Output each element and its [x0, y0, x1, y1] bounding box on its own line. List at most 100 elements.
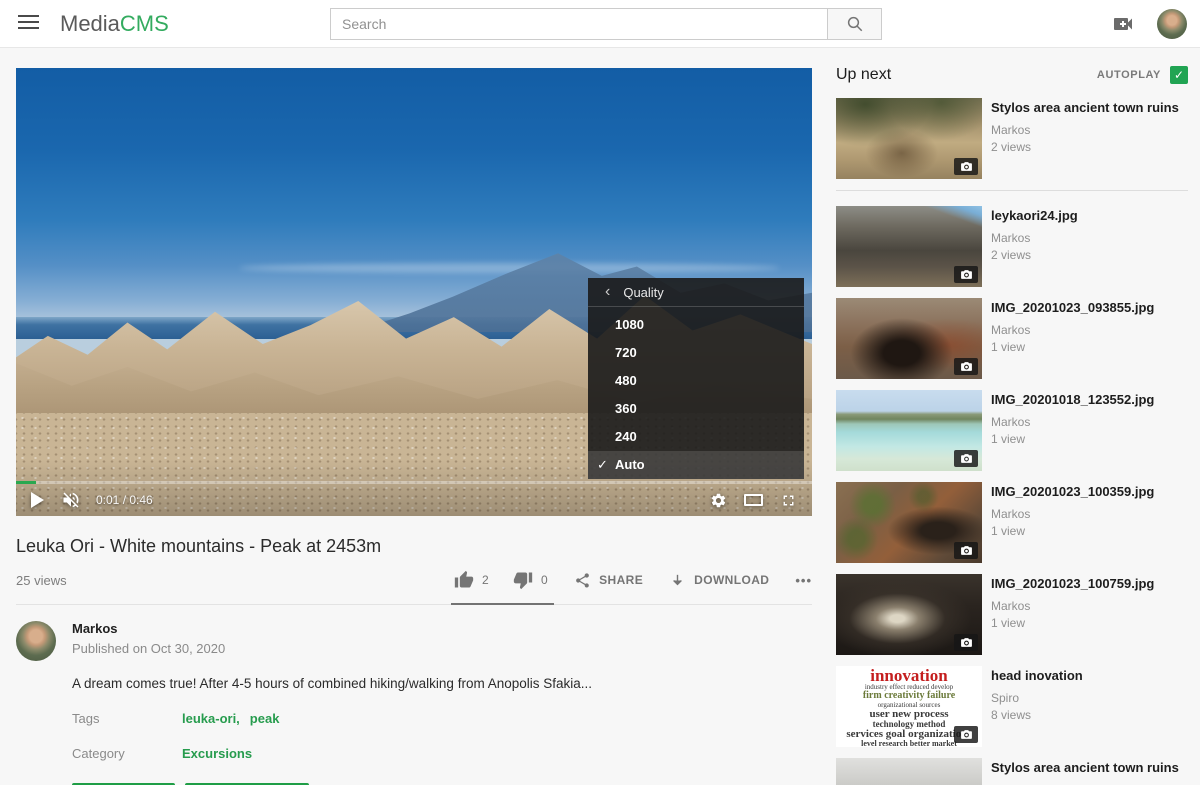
- camera-badge-icon: [954, 450, 978, 467]
- tag-link[interactable]: peak: [250, 711, 280, 726]
- quality-option-360[interactable]: 360: [588, 395, 804, 423]
- dislike-button[interactable]: 0: [513, 570, 548, 590]
- quality-option-1080[interactable]: 1080: [588, 311, 804, 339]
- up-next-title[interactable]: leykaori24.jpg: [991, 208, 1078, 224]
- up-next-thumbnail[interactable]: innovationindustry effect reduced develo…: [836, 666, 982, 747]
- like-count: 2: [482, 573, 489, 587]
- up-next-item[interactable]: leykaori24.jpg Markos 2 views: [836, 206, 1188, 287]
- autoplay-label: AUTOPLAY: [1097, 69, 1161, 81]
- up-next-item[interactable]: Stylos area ancient town ruins Markos 2 …: [836, 98, 1188, 179]
- share-icon: [574, 572, 591, 589]
- tags-row: Tags leuka-ori, peak: [72, 711, 812, 726]
- up-next-title[interactable]: head inovation: [991, 668, 1083, 684]
- rating-group: 2 0: [454, 570, 548, 590]
- like-button[interactable]: 2: [454, 570, 489, 590]
- logo-media: Media: [60, 11, 120, 36]
- up-next-author: Markos: [991, 415, 1154, 429]
- up-next-thumbnail[interactable]: [836, 298, 982, 379]
- tags-list: leuka-ori, peak: [182, 711, 289, 726]
- share-button[interactable]: SHARE: [574, 572, 643, 589]
- quality-menu: ‹ Quality 1080720480360240✓Auto: [588, 278, 804, 479]
- up-next-thumbnail[interactable]: [836, 98, 982, 179]
- up-next-title[interactable]: Stylos area ancient town ruins: [991, 760, 1179, 776]
- up-next-views: 1 view: [991, 524, 1154, 538]
- up-next-author: Spiro: [991, 691, 1083, 705]
- dislike-count: 0: [541, 573, 548, 587]
- quality-options: 1080720480360240✓Auto: [588, 307, 804, 479]
- publish-date: Published on Oct 30, 2020: [72, 641, 225, 656]
- camera-badge-icon: [954, 358, 978, 375]
- tags-label: Tags: [72, 711, 182, 726]
- up-next-views: 1 view: [991, 432, 1154, 446]
- up-next-item[interactable]: IMG_20201023_100359.jpg Markos 1 view: [836, 482, 1188, 563]
- menu-icon[interactable]: [18, 15, 39, 32]
- download-button[interactable]: DOWNLOAD: [669, 572, 769, 589]
- logo[interactable]: MediaCMS: [60, 11, 169, 37]
- theater-mode-button[interactable]: [744, 494, 763, 506]
- quality-option-auto[interactable]: ✓Auto: [588, 451, 804, 479]
- mute-button[interactable]: [61, 490, 81, 510]
- quality-option-480[interactable]: 480: [588, 367, 804, 395]
- author-avatar[interactable]: [16, 621, 56, 661]
- fullscreen-button[interactable]: [780, 492, 797, 509]
- search-bar: [330, 8, 882, 40]
- author-name[interactable]: Markos: [72, 621, 225, 636]
- watch-column: ‹ Quality 1080720480360240✓Auto 0:01 / 0…: [16, 68, 812, 785]
- up-next-item[interactable]: innovationindustry effect reduced develo…: [836, 666, 1188, 747]
- up-next-author: Markos: [991, 123, 1179, 137]
- up-next-divider: [836, 190, 1188, 191]
- settings-button[interactable]: [710, 492, 727, 509]
- up-next-title[interactable]: Stylos area ancient town ruins: [991, 100, 1179, 116]
- up-next-item[interactable]: IMG_20201018_123552.jpg Markos 1 view: [836, 390, 1188, 471]
- thumb-up-icon: [454, 570, 474, 590]
- play-icon: [31, 492, 44, 508]
- video-description: A dream comes true! After 4-5 hours of c…: [72, 676, 812, 691]
- fullscreen-icon: [780, 492, 797, 509]
- up-next-thumbnail[interactable]: [836, 758, 982, 785]
- up-next-title[interactable]: IMG_20201023_100759.jpg: [991, 576, 1154, 592]
- upload-media-icon[interactable]: [1111, 12, 1135, 36]
- up-next-item[interactable]: IMG_20201023_100759.jpg Markos 1 view: [836, 574, 1188, 655]
- up-next-heading: Up next: [836, 66, 891, 84]
- search-input[interactable]: [330, 8, 827, 40]
- volume-muted-icon: [61, 490, 81, 510]
- user-avatar[interactable]: [1157, 9, 1187, 39]
- up-next-views: 1 view: [991, 616, 1154, 630]
- up-next-thumbnail[interactable]: [836, 206, 982, 287]
- quality-menu-header[interactable]: ‹ Quality: [588, 278, 804, 307]
- check-icon: ✓: [597, 451, 608, 479]
- up-next-title[interactable]: IMG_20201023_100359.jpg: [991, 484, 1154, 500]
- back-chevron-icon: ‹: [605, 284, 610, 300]
- up-next-thumbnail[interactable]: [836, 390, 982, 471]
- up-next-sidebar: Up next AUTOPLAY ✓ Stylos area ancient t…: [836, 62, 1188, 785]
- thumb-down-icon: [513, 570, 533, 590]
- category-label: Category: [72, 746, 182, 761]
- up-next-item[interactable]: Stylos area ancient town ruins: [836, 758, 1188, 785]
- category-link[interactable]: Excursions: [182, 746, 252, 761]
- tag-link[interactable]: leuka-ori,: [182, 711, 240, 726]
- quality-option-240[interactable]: 240: [588, 423, 804, 451]
- player-controls: 0:01 / 0:46: [16, 484, 812, 516]
- camera-badge-icon: [954, 542, 978, 559]
- up-next-item[interactable]: IMG_20201023_093855.jpg Markos 1 view: [836, 298, 1188, 379]
- up-next-views: 8 views: [991, 708, 1083, 722]
- up-next-title[interactable]: IMG_20201023_093855.jpg: [991, 300, 1154, 316]
- autoplay-checkbox[interactable]: ✓: [1170, 66, 1188, 84]
- logo-cms: CMS: [120, 11, 169, 36]
- meta-row: 25 views 2 0 SHARE: [16, 570, 812, 605]
- video-player[interactable]: ‹ Quality 1080720480360240✓Auto 0:01 / 0…: [16, 68, 812, 516]
- settings-gear-icon: [710, 492, 727, 509]
- topbar-actions: [1111, 0, 1187, 48]
- up-next-thumbnail[interactable]: [836, 574, 982, 655]
- download-label: DOWNLOAD: [694, 573, 769, 587]
- play-button[interactable]: [31, 492, 44, 508]
- more-options-button[interactable]: •••: [795, 573, 812, 588]
- up-next-author: Markos: [991, 231, 1078, 245]
- quality-option-720[interactable]: 720: [588, 339, 804, 367]
- category-row: Category Excursions: [72, 746, 812, 761]
- up-next-author: Markos: [991, 507, 1154, 521]
- video-actions: 2 0 SHARE DOWNLOAD •••: [454, 570, 812, 590]
- up-next-title[interactable]: IMG_20201018_123552.jpg: [991, 392, 1154, 408]
- search-button[interactable]: [827, 8, 882, 40]
- up-next-thumbnail[interactable]: [836, 482, 982, 563]
